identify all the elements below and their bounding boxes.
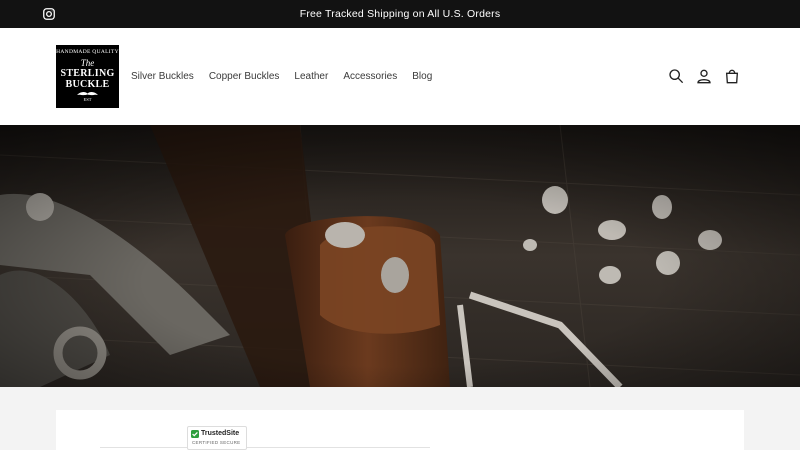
- logo-line-2: BUCKLE: [65, 79, 110, 90]
- nav-silver-buckles[interactable]: Silver Buckles: [131, 71, 194, 82]
- logo-arc-text: HANDMADE QUALITY: [56, 49, 119, 55]
- store-logo[interactable]: HANDMADE QUALITY The STERLING BUCKLE EST: [56, 45, 119, 108]
- nav-blog[interactable]: Blog: [412, 71, 432, 82]
- check-icon: [191, 430, 199, 438]
- site-header: HANDMADE QUALITY The STERLING BUCKLE EST…: [0, 28, 800, 125]
- content-card: [56, 410, 744, 450]
- hero-banner-image: [0, 125, 800, 387]
- logo-est: EST: [83, 97, 92, 102]
- nav-accessories[interactable]: Accessories: [343, 71, 397, 82]
- account-icon[interactable]: [696, 68, 712, 84]
- nav-leather[interactable]: Leather: [294, 71, 328, 82]
- announcement-bar: Free Tracked Shipping on All U.S. Orders: [0, 0, 800, 28]
- nav-copper-buckles[interactable]: Copper Buckles: [209, 71, 280, 82]
- badge-title: TrustedSite: [201, 430, 240, 437]
- header-icons: [668, 68, 740, 84]
- logo-the: The: [80, 58, 95, 68]
- search-icon[interactable]: [668, 68, 684, 84]
- divider: [100, 447, 430, 448]
- trustedsite-badge[interactable]: TrustedSite CERTIFIED SECURE: [187, 426, 247, 450]
- cart-icon[interactable]: [724, 68, 740, 84]
- main-nav: Silver Buckles Copper Buckles Leather Ac…: [131, 28, 447, 125]
- announcement-text: Free Tracked Shipping on All U.S. Orders: [299, 8, 501, 20]
- badge-subtitle: CERTIFIED SECURE: [192, 440, 241, 445]
- logo-line-1: STERLING: [60, 68, 115, 79]
